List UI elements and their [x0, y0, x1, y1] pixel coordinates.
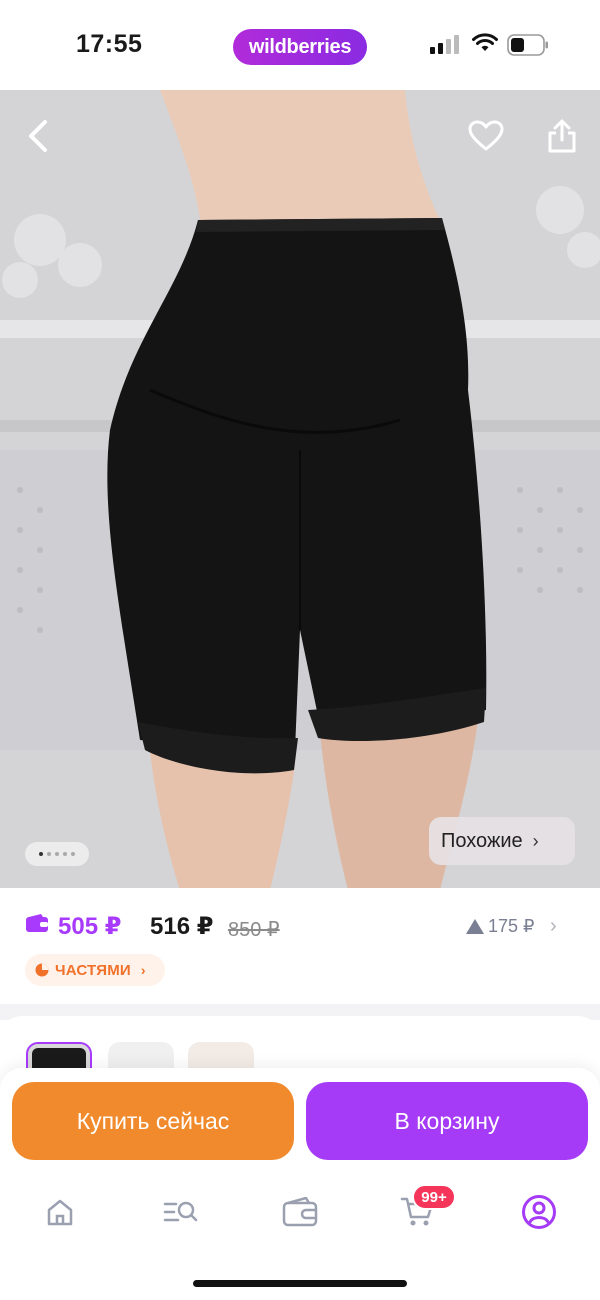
buy-now-button[interactable]: Купить сейчас: [12, 1082, 294, 1160]
profile-icon: [522, 1195, 556, 1229]
chevron-right-icon: ›: [532, 830, 539, 851]
home-icon: [47, 1199, 73, 1226]
wallet-price-icon: [26, 914, 48, 932]
chevron-right-icon[interactable]: ›: [550, 915, 557, 938]
price-change[interactable]: 175 ₽: [466, 916, 535, 937]
old-price: 850 ₽: [228, 919, 280, 941]
product-image: [0, 90, 600, 890]
tab-catalog[interactable]: [160, 1192, 200, 1232]
product-photo-carousel[interactable]: Похожие ›: [0, 90, 600, 890]
carousel-dot: [55, 852, 59, 856]
carousel-indicator: [25, 842, 89, 866]
back-button[interactable]: [14, 112, 62, 160]
similar-label: Похожие: [441, 829, 523, 852]
triangle-up-icon: [466, 919, 484, 934]
carousel-dot: [63, 852, 67, 856]
price-card: 505 ₽ 516 ₽ 850 ₽ 175 ₽ › ЧАСТЯМИ ›: [0, 888, 600, 1004]
carousel-dot: [39, 852, 43, 856]
catalog-search-icon: [163, 1201, 198, 1222]
share-button[interactable]: [538, 112, 586, 160]
wallet-icon: [282, 1197, 318, 1227]
status-bar: 17:55 wildberries: [0, 0, 600, 90]
wifi-icon: [472, 33, 498, 51]
tab-wallet[interactable]: [280, 1192, 320, 1232]
cart-count-badge: 99+: [412, 1184, 456, 1210]
tab-profile[interactable]: [519, 1192, 559, 1232]
add-to-cart-button[interactable]: В корзину: [306, 1082, 588, 1160]
share-icon: [548, 119, 576, 153]
favorite-button[interactable]: [462, 112, 510, 160]
clock: 17:55: [76, 30, 143, 58]
signal-icon: [430, 34, 462, 54]
home-indicator: [193, 1280, 407, 1287]
wallet-price: 505 ₽: [58, 913, 122, 940]
current-price: 516 ₽: [150, 913, 214, 940]
brand-logo: wildberries: [233, 29, 367, 65]
bottom-action-bar: Купить сейчас В корзину 99+: [0, 1068, 600, 1300]
installments-button[interactable]: ЧАСТЯМИ ›: [25, 954, 165, 986]
price-change-value: 175 ₽: [488, 916, 535, 936]
carousel-dot: [47, 852, 51, 856]
battery-icon: [507, 34, 548, 56]
similar-products-button[interactable]: Похожие ›: [429, 817, 575, 865]
installments-label: ЧАСТЯМИ: [55, 961, 131, 979]
pie-chart-icon: [35, 963, 49, 977]
carousel-dot: [71, 852, 75, 856]
tab-home[interactable]: [40, 1192, 80, 1232]
heart-icon: [468, 120, 504, 151]
back-arrow-icon: [29, 120, 47, 152]
chevron-right-icon: ›: [140, 962, 146, 978]
